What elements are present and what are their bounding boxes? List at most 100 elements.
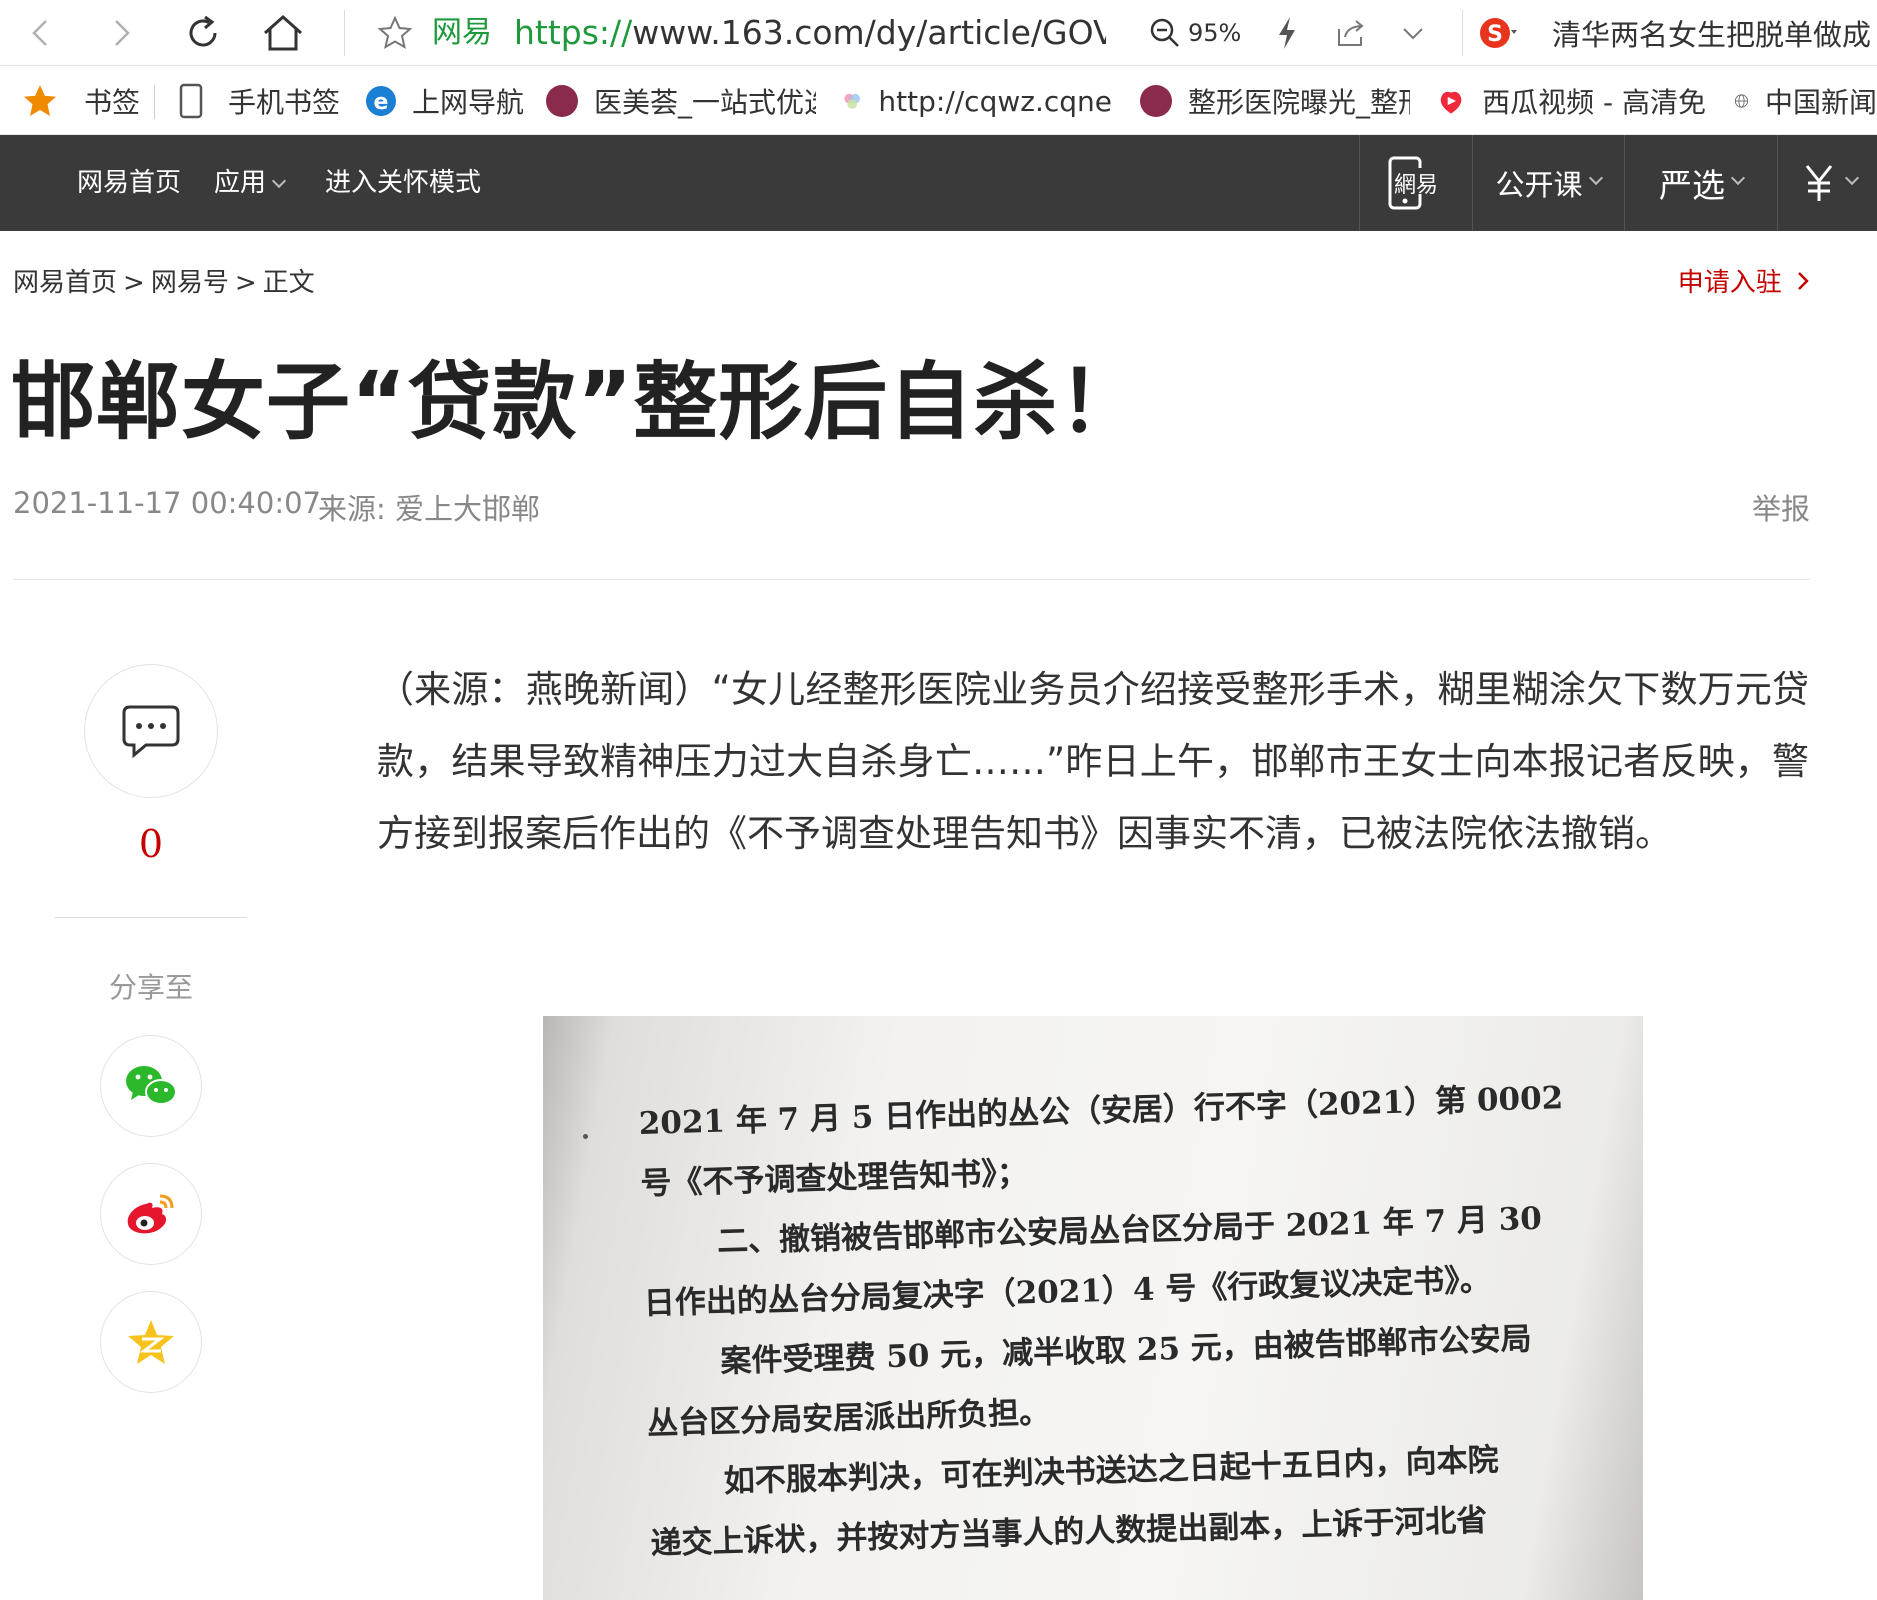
globe-icon <box>1734 94 1749 108</box>
divider <box>344 10 345 56</box>
share-wechat-button[interactable] <box>100 1035 202 1137</box>
bookmark-item-cqwz[interactable]: http://cqwz.cqne <box>842 67 1112 135</box>
breadcrumb-current: 正文 <box>262 268 315 298</box>
breadcrumb-separator: > <box>234 268 257 298</box>
browser-address-bar: 网易 https://www.163.com/dy/article/GOVES … <box>0 0 1877 66</box>
breadcrumb-home-link[interactable]: 网易首页 <box>13 268 117 298</box>
colorful-logo-icon <box>844 93 861 109</box>
home-icon <box>264 14 302 51</box>
yimeihui-logo-icon <box>1140 85 1172 117</box>
nav-open-course-label: 公开课 <box>1495 168 1583 202</box>
apply-join-link[interactable]: 申请入驻 <box>1678 262 1810 299</box>
share-label: 分享至 <box>108 971 193 1004</box>
breadcrumb-section-link[interactable]: 网易号 <box>151 268 229 298</box>
url-path: www.163.com/dy/article/GOVES <box>632 13 1106 52</box>
zoom-level: 95% <box>1188 19 1242 47</box>
site-name-label: 网易 <box>432 15 492 50</box>
nav-apps-dropdown[interactable]: 应用 <box>214 135 287 231</box>
url-protocol: https:// <box>514 13 633 52</box>
favorite-button[interactable] <box>370 8 420 58</box>
apply-join-label: 申请入驻 <box>1677 268 1782 298</box>
share-page-button[interactable] <box>1326 8 1376 58</box>
xigua-icon <box>1440 91 1462 114</box>
nav-finance-dropdown[interactable] <box>1778 135 1877 231</box>
bookmark-item-xigua[interactable]: 西瓜视频 - 高清免 <box>1436 67 1706 135</box>
bookmark-item-yimeihui[interactable]: 医美荟_一站式优选 <box>546 67 816 135</box>
comment-count[interactable]: 0 <box>84 822 218 866</box>
divider <box>154 85 155 119</box>
comment-button[interactable] <box>84 664 218 798</box>
bookmarks-bar: 书签 手机书签 e 上网导航 医美荟_一站式优选 http://cqwz.cqn… <box>0 67 1877 135</box>
chevron-down-icon <box>1844 170 1859 186</box>
bookmark-item-mobile[interactable]: 手机书签 <box>178 67 340 135</box>
bookmark-label: http://cqwz.cqne <box>878 84 1112 118</box>
nav-yanxuan-dropdown[interactable]: 严选 <box>1625 135 1777 231</box>
bookmark-item-bookmarks[interactable]: 书签 <box>22 67 140 135</box>
star-icon <box>24 85 56 116</box>
history-dropdown-button[interactable] <box>1388 8 1438 58</box>
sogou-search-icon: S <box>1480 18 1517 48</box>
chevron-right-icon <box>115 20 130 46</box>
article-title: 邯郸女子“贷款”整形后自杀！ <box>11 353 1144 451</box>
nav-yanxuan-label: 严选 <box>1659 166 1725 205</box>
search-query-text: 清华两名女生把脱单做成 <box>1552 18 1872 52</box>
back-button[interactable] <box>16 8 66 58</box>
article-source: 来源: 爱上大邯郸 <box>318 492 540 526</box>
lightning-icon <box>1279 17 1295 49</box>
wechat-icon <box>126 1066 177 1105</box>
breadcrumb-separator: > <box>123 268 145 298</box>
bookmark-label: 手机书签 <box>228 86 341 119</box>
article-paragraph: （来源：燕晚新闻）“女儿经整形医院业务员介绍接受整形手术，糊里糊涂欠下数万元贷款… <box>377 668 1809 855</box>
forward-button[interactable] <box>96 8 146 58</box>
bookmark-label: 医美荟_一站式优选 <box>594 86 816 119</box>
bookmark-label: 整形医院曝光_整形 <box>1188 86 1410 119</box>
bookmark-item-chinanews[interactable]: 中国新闻 <box>1734 67 1877 135</box>
bookmark-item-plastic-surgery[interactable]: 整形医院曝光_整形 <box>1140 67 1410 135</box>
bookmark-label: 上网导航 <box>412 86 525 119</box>
nav-care-mode-link[interactable]: 进入关怀模式 <box>325 135 481 231</box>
bookmark-label: 西瓜视频 - 高清免 <box>1482 86 1706 119</box>
tool-divider <box>55 917 247 918</box>
bookmark-item-nav[interactable]: e 上网导航 <box>364 67 524 135</box>
chevron-left-icon <box>32 20 47 46</box>
breadcrumb: 网易首页 > 网易号 > 正文 <box>13 262 315 299</box>
qzone-icon <box>128 1320 174 1364</box>
chevron-down-icon <box>1403 28 1423 40</box>
chevron-down-icon <box>271 173 287 189</box>
chevron-right-icon <box>1798 272 1809 290</box>
divider <box>1462 10 1463 56</box>
article-image-court-document: 2021 年 7 月 5 日作出的丛公（安居）行不字（2021）第 0002 号… <box>543 1016 1643 1600</box>
zoom-out-icon <box>1150 18 1179 47</box>
weibo-icon <box>127 1194 174 1234</box>
site-top-nav: 网易首页 应用 进入关怀模式 網易 公开课 严选 <box>0 135 1877 231</box>
nav-apps-label: 应用 <box>214 168 267 198</box>
title-divider <box>13 579 1810 580</box>
chevron-down-icon <box>1588 170 1603 186</box>
bookmark-label: 中国新闻 <box>1764 86 1877 119</box>
article-datetime: 2021-11-17 00:40:07 <box>13 486 321 520</box>
share-arrow-icon <box>1338 20 1364 46</box>
search-box[interactable]: S 清华两名女生把脱单做成 <box>1478 10 1877 56</box>
share-weibo-button[interactable] <box>100 1163 202 1265</box>
reload-icon <box>189 15 217 47</box>
chevron-down-icon <box>1730 170 1746 186</box>
star-outline-icon <box>377 15 413 50</box>
ie-icon: e <box>366 86 396 116</box>
speed-mode-button[interactable] <box>1262 8 1312 58</box>
nav-mobile-app-button[interactable]: 網易 <box>1360 135 1472 231</box>
comment-bubble-icon <box>122 705 180 759</box>
report-link[interactable]: 举报 <box>1752 486 1810 528</box>
phone-icon <box>179 83 203 119</box>
zoom-control[interactable]: 95% <box>1148 14 1241 52</box>
url-field[interactable]: https://www.163.com/dy/article/GOVES <box>514 11 1106 55</box>
bookmark-label: 书签 <box>84 86 141 119</box>
nav-home-link[interactable]: 网易首页 <box>77 135 181 231</box>
yen-icon <box>1805 165 1832 201</box>
svg-text:e: e <box>374 90 389 115</box>
scan-dot <box>583 1134 588 1139</box>
nav-open-course-dropdown[interactable]: 公开课 <box>1473 135 1623 231</box>
share-qzone-button[interactable] <box>100 1291 202 1393</box>
reload-button[interactable] <box>178 8 228 58</box>
document-text: 2021 年 7 月 5 日作出的丛公（安居）行不字（2021）第 0002 号… <box>638 1067 1611 1574</box>
home-button[interactable] <box>258 8 308 58</box>
